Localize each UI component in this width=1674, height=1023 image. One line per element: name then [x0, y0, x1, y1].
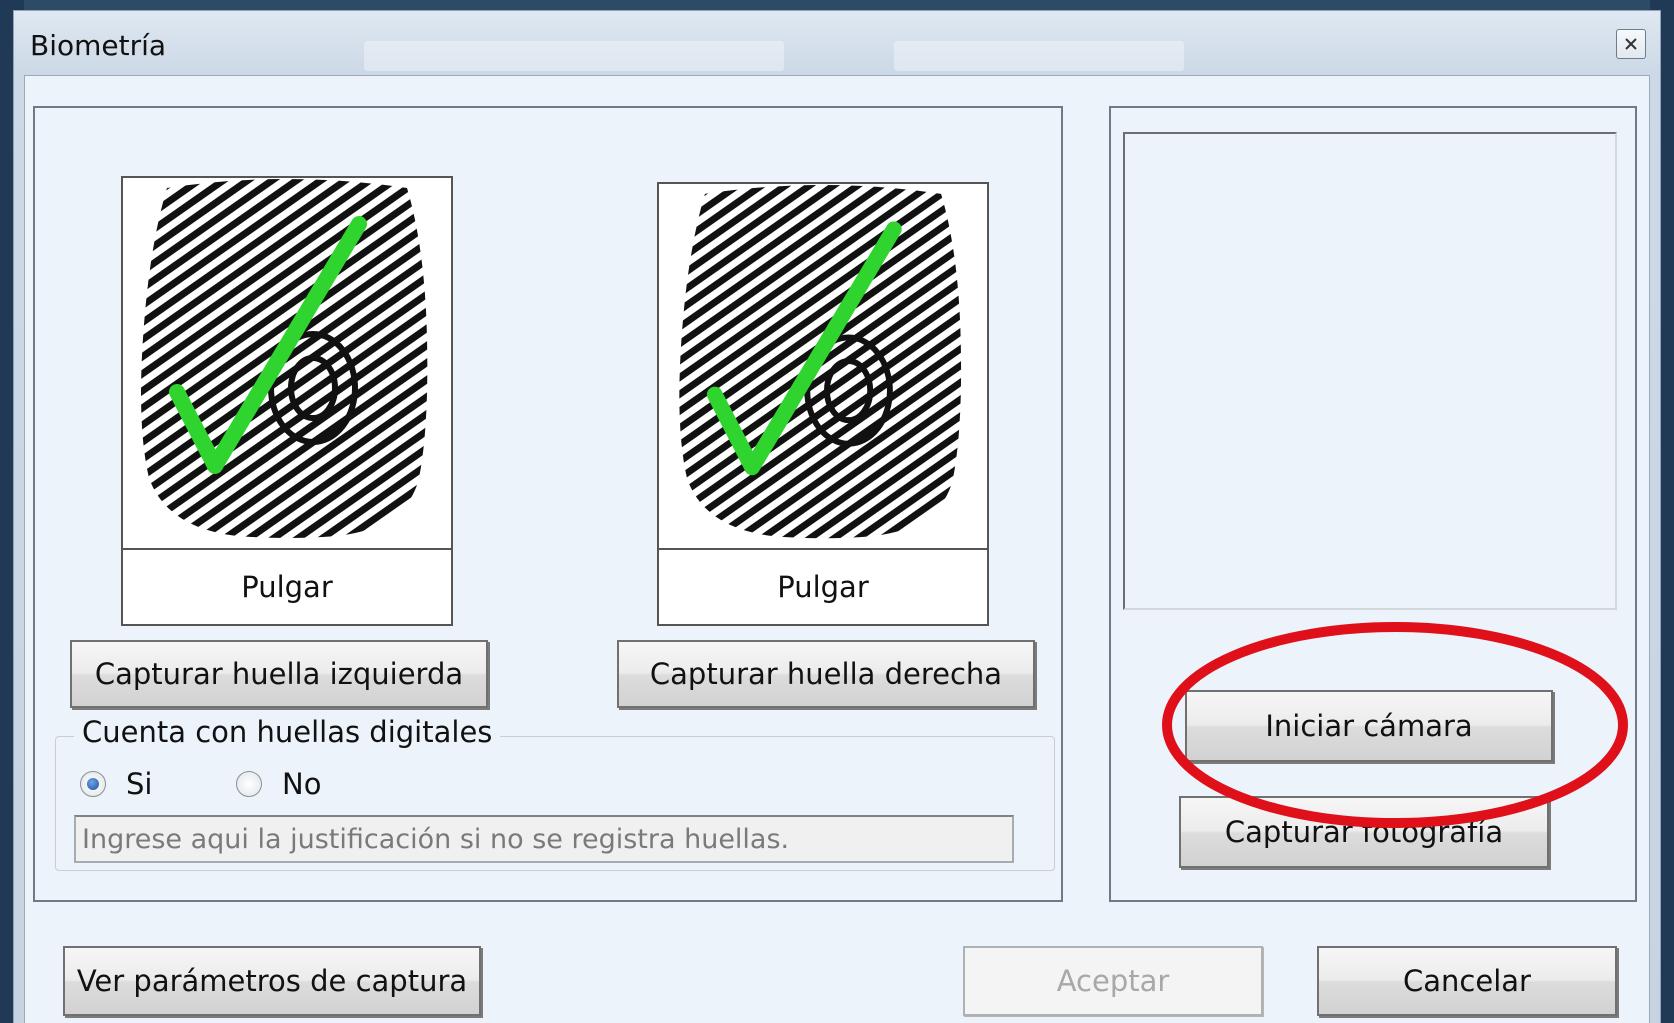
fingerprints-fieldset: Cuenta con huellas digitales Si No Ingre…: [55, 715, 1055, 871]
title-bar[interactable]: Biometría: [14, 11, 1660, 77]
capture-left-print-button[interactable]: Capturar huella izquierda: [70, 640, 488, 708]
left-fingerprint-box: Pulgar: [121, 176, 453, 626]
close-button[interactable]: [1616, 29, 1646, 59]
capture-right-print-button[interactable]: Capturar huella derecha: [617, 640, 1035, 708]
background-ghost: [364, 41, 784, 71]
radio-option-si[interactable]: Si: [80, 767, 152, 801]
radio-option-no[interactable]: No: [236, 767, 321, 801]
fingerprints-question: Cuenta con huellas digitales: [74, 715, 501, 749]
dialog-title: Biometría: [30, 29, 167, 62]
radio-no-label: No: [282, 767, 322, 801]
background-ghost: [894, 41, 1184, 71]
radio-no-indicator[interactable]: [236, 771, 262, 797]
fingerprint-image-left: [141, 179, 428, 538]
biometria-dialog: Biometría Pulgar Pulgar Capturar huella …: [13, 10, 1661, 1023]
right-finger-label: Pulgar: [659, 548, 987, 624]
camera-preview: [1123, 132, 1617, 610]
left-finger-label: Pulgar: [123, 548, 451, 624]
justification-input[interactable]: Ingrese aqui la justificación si no se r…: [74, 815, 1014, 863]
highlight-ellipse: [1162, 622, 1628, 828]
dialog-client-area: Pulgar Pulgar Capturar huella izquierda …: [24, 75, 1650, 1023]
accept-button[interactable]: Aceptar: [963, 946, 1263, 1016]
fingerprint-image-right: [679, 184, 962, 539]
radio-si-label: Si: [126, 767, 153, 801]
capture-params-button[interactable]: Ver parámetros de captura: [63, 946, 481, 1016]
close-icon: [1625, 38, 1637, 50]
cancel-button[interactable]: Cancelar: [1317, 946, 1617, 1016]
right-fingerprint-box: Pulgar: [657, 182, 989, 626]
justification-placeholder: Ingrese aqui la justificación si no se r…: [82, 823, 790, 855]
radio-si-indicator[interactable]: [80, 771, 106, 797]
